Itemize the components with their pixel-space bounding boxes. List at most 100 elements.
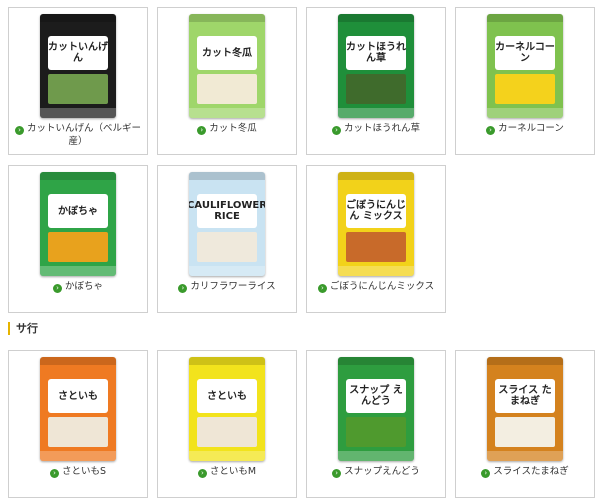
product-image-wrapper: カーネルコーン	[456, 14, 594, 120]
product-caption: › ごぼうにんじんミックス	[311, 280, 441, 293]
product-card[interactable]: CAULIFLOWER RICE › カリフラワーライス	[157, 165, 297, 313]
product-card[interactable]: スナップ えんどう › スナップえんどう	[306, 350, 446, 498]
package-window	[495, 417, 555, 447]
package-footer	[40, 451, 116, 461]
product-card[interactable]: カット冬瓜 › カット冬瓜	[157, 7, 297, 155]
package-footer	[189, 451, 265, 461]
product-package-image[interactable]: カーネルコーン	[487, 14, 563, 118]
product-link[interactable]: カーネルコーン	[498, 123, 564, 134]
product-link[interactable]: カリフラワーライス	[190, 281, 275, 292]
product-image-wrapper: ごぼうにんじん ミックス	[307, 172, 445, 278]
arrow-right-icon: ›	[197, 126, 207, 135]
package-seal	[40, 14, 116, 22]
package-label: CAULIFLOWER RICE	[189, 194, 265, 228]
package-footer	[487, 108, 563, 118]
arrow-right-icon: ›	[317, 284, 327, 293]
product-caption: › スナップえんどう	[311, 465, 441, 478]
product-package-image[interactable]: CAULIFLOWER RICE	[189, 172, 265, 276]
package-window	[346, 417, 406, 447]
product-package-image[interactable]: スライス たまねぎ	[487, 357, 563, 461]
product-image-wrapper: スライス たまねぎ	[456, 357, 594, 463]
package-seal	[338, 14, 414, 22]
package-window	[346, 74, 406, 104]
package-seal	[40, 357, 116, 365]
product-package-image[interactable]: カットいんげん	[40, 14, 116, 118]
package-window	[48, 74, 108, 104]
package-window	[346, 232, 406, 262]
product-link[interactable]: カット冬瓜	[209, 123, 257, 134]
product-package-image[interactable]: ごぼうにんじん ミックス	[338, 172, 414, 276]
product-caption: › スライスたまねぎ	[460, 465, 590, 478]
package-label: カット冬瓜	[197, 36, 257, 70]
product-caption: › カットいんげん（ベルギー産）	[13, 122, 143, 148]
arrow-right-icon: ›	[331, 126, 341, 135]
arrow-right-icon: ›	[52, 284, 62, 293]
section-heading-sa: サ行	[8, 322, 38, 335]
product-link[interactable]: さといもS	[62, 466, 106, 477]
product-link[interactable]: カットいんげん（ベルギー産）	[27, 123, 141, 147]
product-package-image[interactable]: カット冬瓜	[189, 14, 265, 118]
package-window	[48, 417, 108, 447]
package-footer	[487, 451, 563, 461]
arrow-right-icon: ›	[197, 469, 207, 478]
product-caption: › カリフラワーライス	[162, 280, 292, 293]
package-footer	[338, 108, 414, 118]
arrow-right-icon: ›	[178, 284, 188, 293]
package-seal	[487, 14, 563, 22]
package-label: カットほうれん草	[346, 36, 406, 70]
product-card[interactable]: さといも › さといもM	[157, 350, 297, 498]
product-card[interactable]: かぼちゃ › かぼちゃ	[8, 165, 148, 313]
product-link[interactable]: スナップえんどう	[344, 466, 420, 477]
package-footer	[189, 108, 265, 118]
package-label: かぼちゃ	[48, 194, 108, 228]
product-image-wrapper: さといも	[9, 357, 147, 463]
product-card[interactable]: カットいんげん › カットいんげん（ベルギー産）	[8, 7, 148, 155]
product-link[interactable]: カットほうれん草	[344, 123, 420, 134]
product-link[interactable]: さといもM	[210, 466, 256, 477]
product-caption: › さといもM	[162, 465, 292, 478]
package-label: さといも	[48, 379, 108, 413]
package-label: ごぼうにんじん ミックス	[346, 194, 406, 228]
package-seal	[338, 357, 414, 365]
package-label: さといも	[197, 379, 257, 413]
product-package-image[interactable]: さといも	[189, 357, 265, 461]
product-image-wrapper: カット冬瓜	[158, 14, 296, 120]
product-link[interactable]: スライスたまねぎ	[493, 466, 568, 477]
product-card[interactable]: カットほうれん草 › カットほうれん草	[306, 7, 446, 155]
product-card[interactable]: スライス たまねぎ › スライスたまねぎ	[455, 350, 595, 498]
package-seal	[189, 14, 265, 22]
package-footer	[338, 451, 414, 461]
product-package-image[interactable]: さといも	[40, 357, 116, 461]
product-image-wrapper: さといも	[158, 357, 296, 463]
product-caption: › さといもS	[13, 465, 143, 478]
package-label: カットいんげん	[48, 36, 108, 70]
package-window	[48, 232, 108, 262]
product-image-wrapper: スナップ えんどう	[307, 357, 445, 463]
arrow-right-icon: ›	[14, 126, 24, 135]
product-package-image[interactable]: スナップ えんどう	[338, 357, 414, 461]
package-label: カーネルコーン	[495, 36, 555, 70]
product-card[interactable]: さといも › さといもS	[8, 350, 148, 498]
product-link[interactable]: かぼちゃ	[65, 281, 103, 292]
product-package-image[interactable]: カットほうれん草	[338, 14, 414, 118]
product-image-wrapper: カットほうれん草	[307, 14, 445, 120]
package-seal	[189, 172, 265, 180]
product-image-wrapper: CAULIFLOWER RICE	[158, 172, 296, 278]
package-seal	[189, 357, 265, 365]
product-caption: › かぼちゃ	[13, 280, 143, 293]
product-card[interactable]: カーネルコーン › カーネルコーン	[455, 7, 595, 155]
product-package-image[interactable]: かぼちゃ	[40, 172, 116, 276]
package-label: スナップ えんどう	[346, 379, 406, 413]
product-link[interactable]: ごぼうにんじんミックス	[330, 281, 434, 292]
package-footer	[189, 266, 265, 276]
package-window	[495, 74, 555, 104]
product-card[interactable]: ごぼうにんじん ミックス › ごぼうにんじんミックス	[306, 165, 446, 313]
package-window	[197, 74, 257, 104]
package-seal	[338, 172, 414, 180]
package-footer	[338, 266, 414, 276]
package-seal	[487, 357, 563, 365]
arrow-right-icon: ›	[332, 469, 342, 478]
package-window	[197, 417, 257, 447]
package-window	[197, 232, 257, 262]
product-image-wrapper: カットいんげん	[9, 14, 147, 120]
